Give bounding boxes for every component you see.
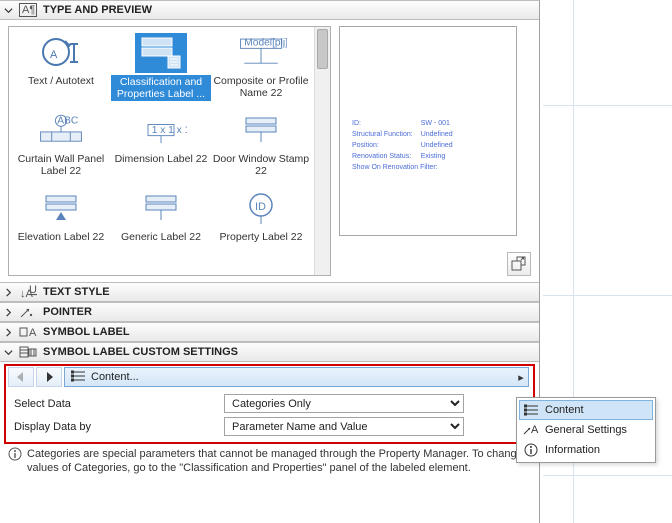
composite-profile-icon: Model[plj] – ABC: [235, 33, 287, 73]
autotext-icon: A: [35, 33, 87, 73]
menu-item-content[interactable]: Content: [519, 400, 653, 420]
preview-mode-button[interactable]: [507, 252, 531, 276]
custom-settings-panel: Content... ▸ Select Data Categories Only…: [4, 364, 535, 444]
gallery-item-door-window-stamp[interactable]: Door Window Stamp 22: [211, 109, 311, 187]
gallery-item-dimension-label[interactable]: 1 x 1 x 1 Dimension Label 22: [111, 109, 211, 187]
breadcrumb-content[interactable]: Content... ▸: [64, 367, 529, 387]
gallery-item-elevation-label[interactable]: Elevation Label 22: [11, 187, 111, 265]
door-window-stamp-icon: [235, 111, 287, 151]
section-pointer[interactable]: POINTER: [0, 302, 539, 322]
svg-text:U: U: [29, 285, 37, 296]
pointer-icon: [19, 304, 37, 320]
property-label-icon: ID: [235, 189, 287, 229]
curtain-wall-icon: ABC: [35, 111, 87, 151]
menu-item-label: Content: [545, 404, 584, 416]
section-title: POINTER: [43, 306, 92, 318]
section-type-and-preview[interactable]: A¶ TYPE AND PREVIEW: [0, 0, 539, 20]
svg-text:ID: ID: [255, 201, 266, 213]
svg-text:A¶: A¶: [22, 4, 35, 16]
svg-text:Model[plj] – ABC: Model[plj] – ABC: [244, 38, 287, 49]
symbol-label-icon: A1: [19, 324, 37, 340]
chevron-down-icon: [4, 6, 13, 15]
gallery-caption: Classification and Properties Label ...: [111, 75, 211, 101]
display-data-by-dropdown[interactable]: Parameter Name and Value: [224, 417, 464, 436]
svg-text:A1: A1: [531, 424, 539, 436]
chevron-right-icon: [4, 288, 13, 297]
section-title: TEXT STYLE: [43, 286, 110, 298]
info-icon: [8, 447, 22, 464]
list-icon: [71, 370, 85, 385]
menu-item-information[interactable]: Information: [519, 440, 653, 460]
gallery-caption: Text / Autotext: [28, 75, 94, 87]
svg-text:A1: A1: [29, 327, 37, 339]
section-title: SYMBOL LABEL CUSTOM SETTINGS: [43, 346, 238, 358]
menu-item-general-settings[interactable]: A1 General Settings: [519, 420, 653, 440]
chevron-right-icon: ▸: [514, 371, 528, 384]
list-icon: [523, 402, 539, 418]
general-settings-icon: A1: [523, 422, 539, 438]
svg-text:ABC: ABC: [57, 116, 78, 127]
info-text: Categories are special parameters that c…: [27, 447, 531, 475]
gallery-item-composite-profile[interactable]: Model[plj] – ABC Composite or Profile Na…: [211, 31, 311, 109]
info-icon: [523, 442, 539, 458]
nav-back-button[interactable]: [8, 367, 34, 387]
type-preview-icon: A¶: [19, 2, 37, 18]
gallery-item-curtain-wall-panel[interactable]: ABC Curtain Wall Panel Label 22: [11, 109, 111, 187]
section-symbol-label[interactable]: A1 SYMBOL LABEL: [0, 322, 539, 342]
section-title: SYMBOL LABEL: [43, 326, 130, 338]
elevation-label-icon: [35, 189, 87, 229]
gallery-caption: Property Label 22: [220, 231, 303, 243]
gallery-caption: Door Window Stamp 22: [211, 153, 311, 177]
gallery-caption: Dimension Label 22: [115, 153, 208, 165]
select-data-label: Select Data: [14, 398, 224, 410]
chevron-down-icon: [4, 348, 13, 357]
gallery-scrollbar[interactable]: [314, 27, 330, 275]
select-data-dropdown[interactable]: Categories Only: [224, 394, 464, 413]
menu-item-label: Information: [545, 444, 600, 456]
custom-settings-icon: [19, 344, 37, 360]
section-text-style[interactable]: ↓AU TEXT STYLE: [0, 282, 539, 302]
gallery-item-text-autotext[interactable]: A Text / Autotext: [11, 31, 111, 109]
chevron-right-icon: [4, 308, 13, 317]
gallery-caption: Elevation Label 22: [18, 231, 104, 243]
text-style-icon: ↓AU: [19, 284, 37, 300]
breadcrumb-label: Content...: [91, 371, 139, 383]
chevron-right-icon: [4, 328, 13, 337]
preview-pane: ID:SW - 001 Structural Function:Undefine…: [339, 26, 517, 236]
gallery-item-classification-properties[interactable]: Classification and Properties Label ...: [111, 31, 211, 109]
gallery-item-generic-label[interactable]: Generic Label 22: [111, 187, 211, 265]
section-title: TYPE AND PREVIEW: [43, 4, 152, 16]
dimension-label-icon: 1 x 1 x 1: [135, 111, 187, 151]
nav-forward-button[interactable]: [36, 367, 62, 387]
breadcrumb-popup-menu: Content A1 General Settings Information: [516, 397, 656, 463]
section-symbol-label-custom[interactable]: SYMBOL LABEL CUSTOM SETTINGS: [0, 342, 539, 362]
gallery-caption: Curtain Wall Panel Label 22: [11, 153, 111, 177]
svg-text:A: A: [50, 49, 58, 61]
generic-label-icon: [135, 189, 187, 229]
label-type-gallery: A Text / Autotext Classification and Pro…: [8, 26, 331, 276]
gallery-caption: Composite or Profile Name 22: [211, 75, 311, 99]
classification-label-icon: [135, 33, 187, 73]
menu-item-label: General Settings: [545, 424, 627, 436]
gallery-item-property-label[interactable]: ID Property Label 22: [211, 187, 311, 265]
display-data-by-label: Display Data by: [14, 421, 224, 433]
svg-text:1 x 1 x 1: 1 x 1 x 1: [152, 125, 187, 136]
gallery-caption: Generic Label 22: [121, 231, 201, 243]
